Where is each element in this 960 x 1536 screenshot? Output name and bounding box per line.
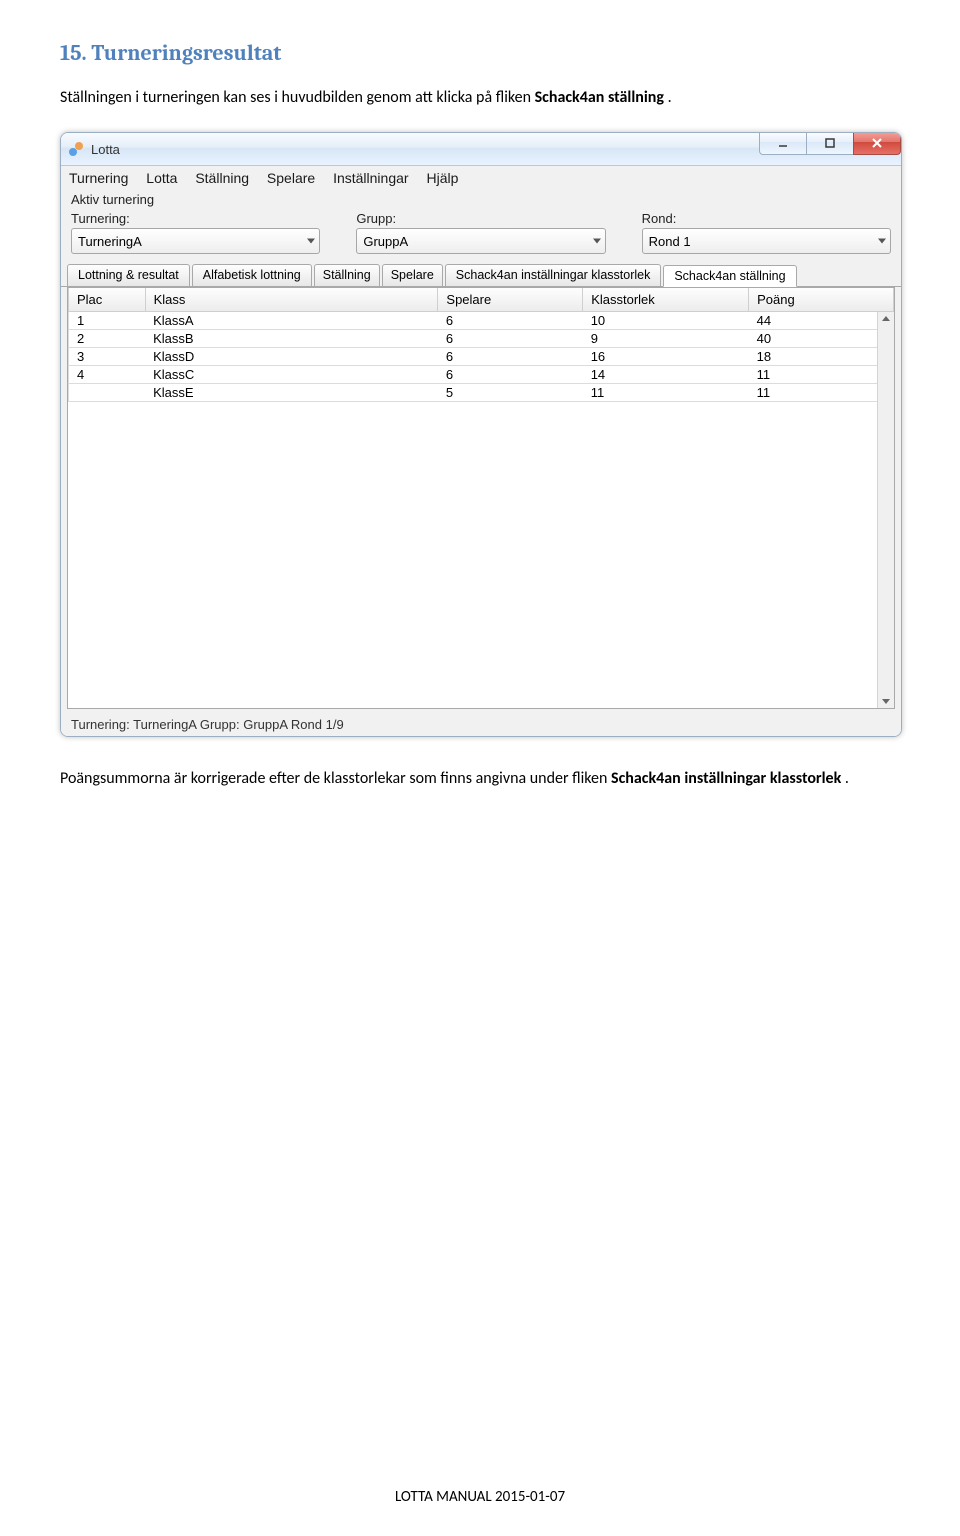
menu-hjalp[interactable]: Hjälp: [426, 170, 458, 186]
cell-poang: 11: [749, 366, 894, 384]
cell-spelare: 6: [438, 330, 583, 348]
chevron-down-icon: [593, 239, 601, 244]
p2-text-a: Poängsummorna är korrigerade efter de kl…: [60, 769, 611, 788]
table-row[interactable]: 3KlassD61618: [69, 348, 894, 366]
cell-poang: 44: [749, 312, 894, 330]
active-tournament-label: Aktiv turnering: [61, 190, 901, 209]
menu-stallning[interactable]: Ställning: [195, 170, 249, 186]
cell-klass: KlassB: [145, 330, 438, 348]
cell-plac: 4: [69, 366, 146, 384]
rond-label: Rond:: [642, 211, 891, 226]
tab-spelare[interactable]: Spelare: [382, 264, 443, 286]
table-row[interactable]: 1KlassA61044: [69, 312, 894, 330]
grupp-combo[interactable]: GruppA: [356, 228, 605, 254]
cell-spelare: 6: [438, 312, 583, 330]
titlebar[interactable]: Lotta: [61, 133, 901, 165]
tabstrip: Lottning & resultat Alfabetisk lottning …: [61, 260, 901, 287]
col-poang[interactable]: Poäng: [749, 288, 894, 312]
menu-installningar[interactable]: Inställningar: [333, 170, 409, 186]
table-row[interactable]: KlassE51111: [69, 384, 894, 402]
menubar: Turnering Lotta Ställning Spelare Instäl…: [61, 166, 901, 190]
maximize-button[interactable]: [806, 132, 854, 155]
menu-spelare[interactable]: Spelare: [267, 170, 315, 186]
col-klasstorlek[interactable]: Klasstorlek: [583, 288, 749, 312]
grupp-label: Grupp:: [356, 211, 605, 226]
cell-poang: 40: [749, 330, 894, 348]
rond-value: Rond 1: [649, 234, 691, 249]
window-buttons: [760, 132, 901, 155]
close-button[interactable]: [853, 132, 901, 155]
tab-lottning-resultat[interactable]: Lottning & resultat: [67, 264, 190, 286]
cell-plac: 1: [69, 312, 146, 330]
tab-alfabetisk-lottning[interactable]: Alfabetisk lottning: [192, 264, 312, 286]
scroll-down-icon: [882, 699, 890, 704]
rond-combo[interactable]: Rond 1: [642, 228, 891, 254]
p1-text-a: Ställningen i turneringen kan ses i huvu…: [60, 88, 535, 107]
table-row[interactable]: 4KlassC61411: [69, 366, 894, 384]
p1-text-bold: Schack4an ställning: [535, 88, 664, 107]
turnering-label: Turnering:: [71, 211, 320, 226]
statusbar: Turnering: TurneringA Grupp: GruppA Rond…: [61, 713, 901, 736]
cell-plac: 2: [69, 330, 146, 348]
cell-klasstorlek: 10: [583, 312, 749, 330]
cell-klass: KlassD: [145, 348, 438, 366]
grupp-value: GruppA: [363, 234, 408, 249]
col-plac[interactable]: Plac: [69, 288, 146, 312]
intro-paragraph-1: Ställningen i turneringen kan ses i huvu…: [60, 86, 900, 110]
turnering-combo[interactable]: TurneringA: [71, 228, 320, 254]
page-footer: LOTTA MANUAL 2015-01-07: [0, 1488, 960, 1506]
col-klass[interactable]: Klass: [145, 288, 438, 312]
tab-stallning[interactable]: Ställning: [314, 264, 380, 286]
menu-lotta[interactable]: Lotta: [146, 170, 177, 186]
cell-plac: [69, 384, 146, 402]
app-icon: [67, 140, 85, 158]
cell-spelare: 6: [438, 348, 583, 366]
scroll-up-icon: [882, 316, 890, 321]
cell-klass: KlassA: [145, 312, 438, 330]
col-spelare[interactable]: Spelare: [438, 288, 583, 312]
cell-plac: 3: [69, 348, 146, 366]
turnering-value: TurneringA: [78, 234, 142, 249]
cell-poang: 18: [749, 348, 894, 366]
chevron-down-icon: [307, 239, 315, 244]
section-heading: 15. Turneringsresultat: [60, 40, 900, 66]
tab-schack4an-stallning[interactable]: Schack4an ställning: [663, 265, 796, 287]
minimize-button[interactable]: [759, 132, 807, 155]
cell-klass: KlassC: [145, 366, 438, 384]
table-row[interactable]: 2KlassB6940: [69, 330, 894, 348]
app-title: Lotta: [91, 142, 120, 157]
cell-spelare: 5: [438, 384, 583, 402]
p1-text-b: .: [668, 88, 672, 107]
cell-klasstorlek: 16: [583, 348, 749, 366]
p2-text-b: .: [845, 769, 849, 788]
cell-spelare: 6: [438, 366, 583, 384]
app-window: Lotta Turnering Lotta Ställning Spelare …: [60, 132, 902, 737]
intro-paragraph-2: Poängsummorna är korrigerade efter de kl…: [60, 767, 900, 791]
tab-schack4an-klasstorlek[interactable]: Schack4an inställningar klasstorlek: [445, 264, 662, 286]
cell-poang: 11: [749, 384, 894, 402]
menu-turnering[interactable]: Turnering: [69, 170, 128, 186]
p2-text-bold: Schack4an inställningar klasstorlek: [611, 769, 841, 788]
selectors-row: Turnering: TurneringA Grupp: GruppA Rond…: [61, 209, 901, 260]
cell-klasstorlek: 11: [583, 384, 749, 402]
cell-klasstorlek: 9: [583, 330, 749, 348]
client-area: Turnering Lotta Ställning Spelare Instäl…: [61, 165, 901, 736]
cell-klasstorlek: 14: [583, 366, 749, 384]
column-header-row: Plac Klass Spelare Klasstorlek Poäng: [69, 288, 894, 312]
vertical-scrollbar[interactable]: [877, 312, 894, 708]
results-grid: Plac Klass Spelare Klasstorlek Poäng 1Kl…: [67, 287, 895, 709]
chevron-down-icon: [878, 239, 886, 244]
cell-klass: KlassE: [145, 384, 438, 402]
